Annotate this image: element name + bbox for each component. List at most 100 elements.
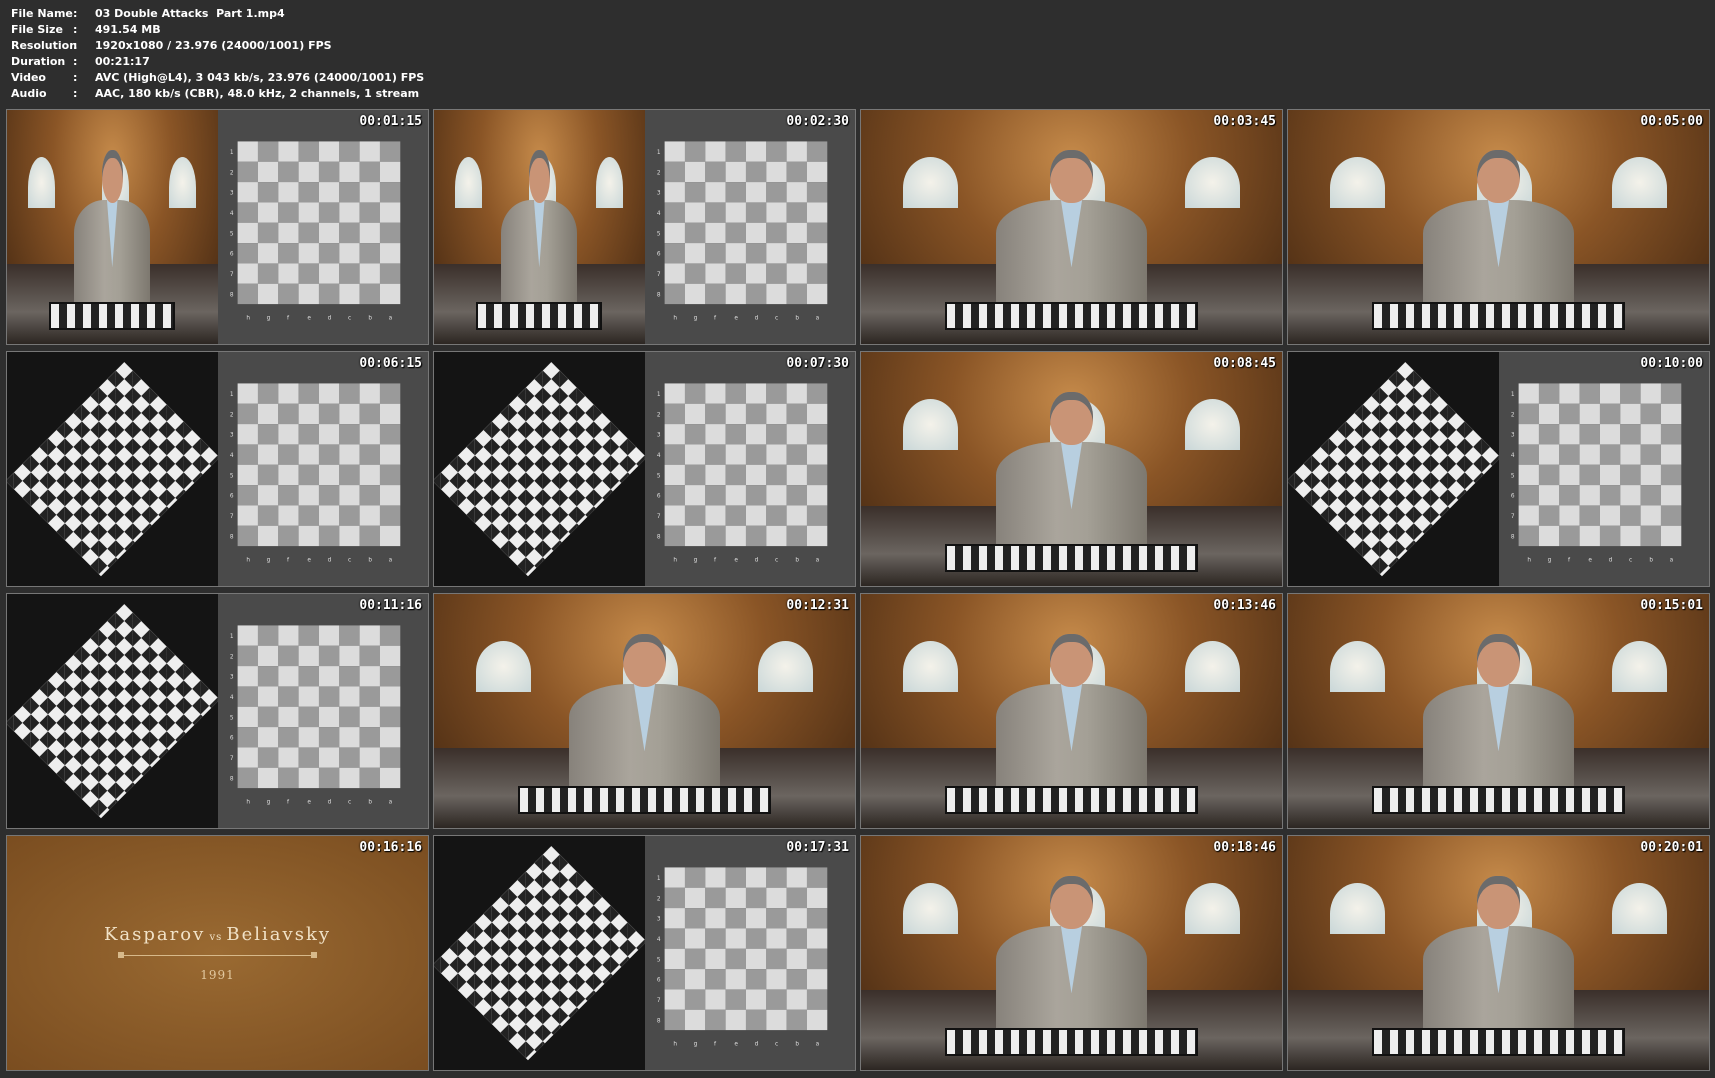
board-square [786, 949, 807, 970]
board-square [379, 223, 401, 244]
board-square [705, 949, 726, 970]
info-row: Duration: 00:21:17 [11, 54, 424, 70]
presenter [995, 627, 1148, 796]
board-square [278, 223, 299, 244]
board-square [379, 383, 401, 405]
file-label: f [714, 316, 717, 322]
presenter-head [1477, 149, 1520, 204]
file-info-panel: File Name:03 Double Attacks Part 1.mp4 Fi… [11, 6, 424, 102]
chess-table [49, 301, 176, 330]
board-square [664, 465, 685, 486]
board-square [318, 404, 340, 425]
chess-table [476, 301, 603, 330]
arched-window [1330, 156, 1385, 209]
board-square [806, 202, 828, 224]
diagonal-chessboard [7, 361, 218, 577]
file-label: g [267, 800, 271, 806]
game-title-card: Kasparov vs Beliavsky 1991 [7, 836, 428, 1070]
board-square [705, 888, 726, 909]
board-square [318, 485, 340, 506]
video-thumbnail: 1 2 3 4 5 6 7 8 h g f e d c b a 00:06:15 [6, 351, 429, 587]
board-square [1620, 526, 1641, 547]
board-square [1538, 526, 1560, 547]
board-square [257, 141, 279, 163]
board-square [237, 505, 258, 527]
file-label: e [734, 1042, 738, 1048]
board-square [1579, 424, 1600, 445]
board-square [745, 141, 767, 163]
board-square [339, 404, 360, 425]
overhead-board-view [434, 836, 645, 1070]
board-square [664, 141, 685, 163]
info-key: File Name [11, 7, 73, 20]
board-square [745, 162, 767, 183]
board-square [359, 243, 380, 264]
studio-scene [861, 836, 1282, 1070]
rank-label: 7 [230, 756, 234, 762]
board-square [1620, 444, 1641, 466]
chess-table [945, 1027, 1198, 1056]
file-label: b [1649, 558, 1653, 564]
board-square [379, 404, 401, 425]
board-square [664, 182, 685, 203]
board-square [237, 404, 258, 425]
rank-label: 3 [657, 917, 661, 923]
chess-table [945, 543, 1198, 572]
board-square [725, 465, 746, 486]
board-square [806, 162, 828, 183]
board-square [339, 141, 360, 163]
board-square [237, 383, 258, 405]
diagonal-chessboard [434, 361, 645, 577]
board-square [684, 162, 706, 183]
presenter-head [1477, 633, 1520, 688]
board-square [339, 526, 360, 547]
board-square [318, 727, 340, 748]
board-square [786, 908, 807, 929]
board-square [257, 666, 279, 687]
board-square [257, 263, 279, 285]
board-square [684, 243, 706, 264]
chess-table [945, 301, 1198, 330]
board-square [664, 505, 685, 527]
board-square [318, 202, 340, 224]
board-square [318, 263, 340, 285]
board-square [806, 182, 828, 203]
board-square [806, 908, 828, 929]
chess-diagram: 1 2 3 4 5 6 7 8 h g f e d c b a [644, 352, 855, 586]
board-square [339, 768, 360, 789]
file-label: h [246, 558, 250, 564]
board-square [278, 243, 299, 264]
board-square [725, 202, 746, 224]
board-square [379, 202, 401, 224]
info-row: File Name: 03 Double Attacks Part 1.mp4 [11, 6, 424, 22]
board-square [339, 444, 360, 466]
file-label: e [307, 558, 311, 564]
info-separator: : [73, 23, 78, 36]
board-square [725, 284, 746, 305]
info-separator: : [73, 7, 78, 20]
board-square [379, 526, 401, 547]
title-year: 1991 [200, 968, 235, 982]
board-square [684, 465, 706, 486]
board-square [379, 243, 401, 264]
board-square [1559, 505, 1580, 527]
board-square [359, 666, 380, 687]
board-square [1538, 424, 1560, 445]
file-label: d [328, 316, 332, 322]
file-label: b [368, 800, 372, 806]
file-label: g [267, 558, 271, 564]
board-square [318, 141, 340, 163]
board-square [1559, 485, 1580, 506]
board-square [359, 485, 380, 506]
info-key: Resolution [11, 39, 78, 52]
board-square [278, 526, 299, 547]
board-square [278, 707, 299, 728]
board-square [806, 485, 828, 506]
presenter [568, 627, 721, 796]
board-square [786, 867, 807, 889]
diagram-board: 1 2 3 4 5 6 7 8 h g f e d c b a [230, 141, 401, 322]
board-square [359, 141, 380, 163]
board-square [1640, 485, 1661, 506]
board-square [1599, 404, 1621, 425]
board-square [237, 243, 258, 264]
